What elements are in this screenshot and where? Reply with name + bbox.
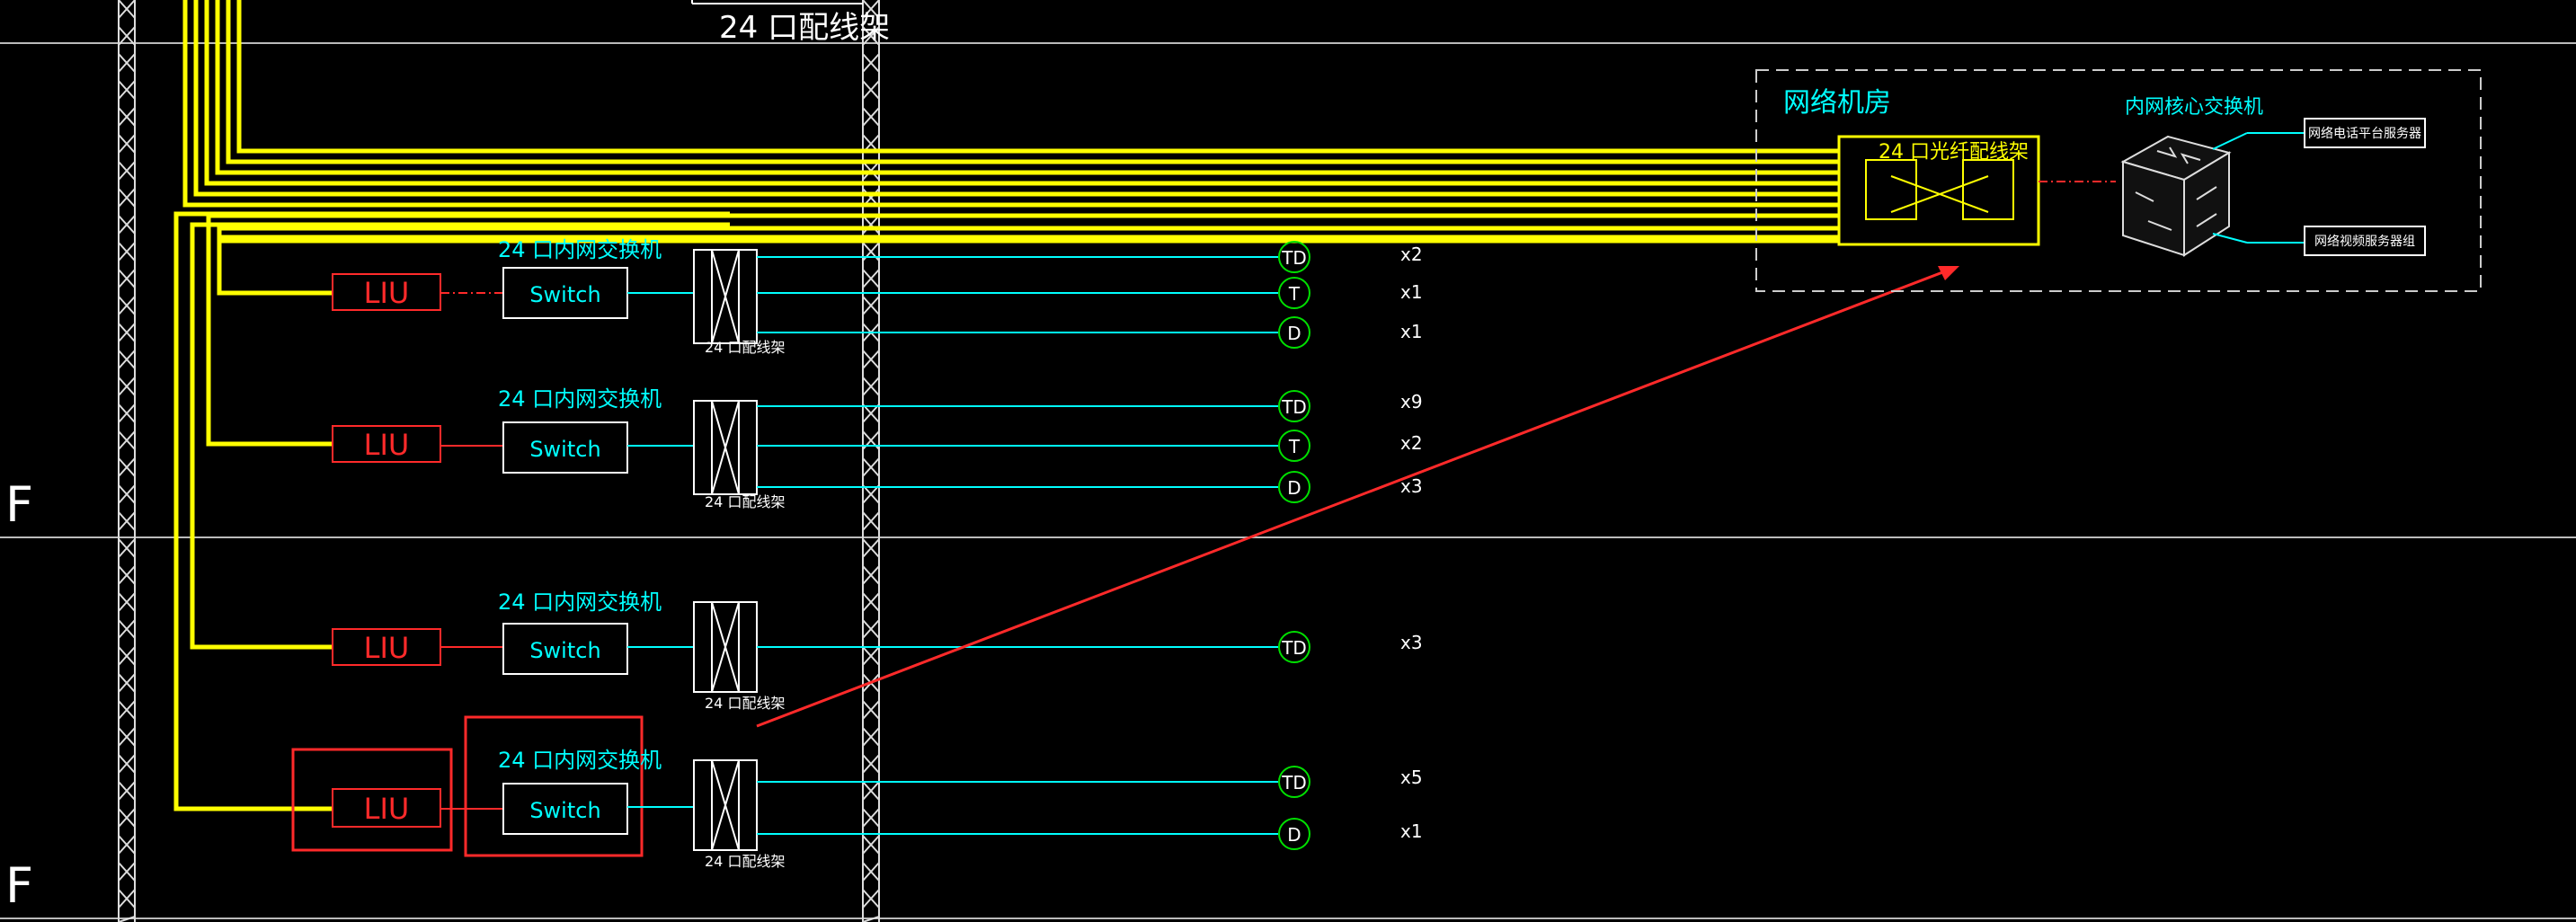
floor-label: F [5, 857, 33, 914]
annotation-arrow [756, 266, 1959, 728]
fiber-trunk-bundle [173, 0, 1839, 811]
switch-caption: 24 口内网交换机 [498, 386, 662, 412]
wall-column-left [118, 0, 136, 922]
outlet-count: x2 [1400, 244, 1423, 265]
outlet-count: x3 [1400, 632, 1423, 653]
switch-caption: 24 口内网交换机 [498, 590, 662, 615]
switch-label: Switch [529, 437, 600, 462]
outlet-label: T [1288, 436, 1301, 457]
patch-panel-icon[interactable] [693, 400, 758, 495]
switch-label: Switch [529, 638, 600, 663]
floor-row-4: LIU 24 口内网交换机 Switch 24 口配线架 TD D x5 x1 [291, 715, 1423, 870]
outlet-label: TD [1281, 637, 1307, 659]
outlet-count: x9 [1400, 391, 1423, 412]
outlet-count: x1 [1400, 281, 1423, 303]
patch-caption: 24 口配线架 [705, 493, 785, 510]
outlet-label: TD [1281, 772, 1307, 793]
outlet-count: x2 [1400, 432, 1423, 454]
wall-column-mid [862, 0, 880, 922]
floor-row-1: LIU 24 口内网交换机 Switch 24 口配线架 TD T D x2 x… [332, 237, 1423, 356]
outlet-label: T [1288, 283, 1301, 305]
liu-label: LIU [364, 276, 410, 310]
network-room-title: 网络机房 [1783, 87, 1891, 119]
patch-caption: 24 口配线架 [705, 339, 785, 356]
floor-label: F [5, 476, 33, 533]
patch-panel-icon[interactable] [693, 759, 758, 851]
server-label: 网络电话平台服务器 [2308, 127, 2421, 141]
outlet-label: D [1287, 477, 1301, 499]
liu-label: LIU [364, 792, 410, 826]
switch-caption: 24 口内网交换机 [498, 237, 662, 262]
outlet-label: D [1287, 824, 1301, 846]
outlet-label: TD [1281, 396, 1307, 418]
network-room: 网络机房 24 口光纤配线架 内网核心交换机 网络电话平台服务器 网络视频服务器… [1755, 69, 2482, 292]
outlet-count: x5 [1400, 767, 1423, 788]
switch-label: Switch [529, 282, 600, 307]
liu-label: LIU [364, 428, 410, 462]
patch-panel-icon[interactable] [693, 601, 758, 693]
patch-panel-icon[interactable] [693, 249, 758, 344]
outlet-count: x1 [1400, 820, 1423, 842]
switch-caption: 24 口内网交换机 [498, 748, 662, 773]
outlet-count: x1 [1400, 321, 1423, 342]
outlet-label: D [1287, 323, 1301, 344]
patch-caption: 24 口配线架 [705, 853, 785, 870]
top-patch-panel-label: 24 口配线架 [719, 10, 890, 46]
core-switch-icon[interactable] [2120, 135, 2232, 257]
switch-label: Switch [529, 798, 600, 823]
floor-row-3: LIU 24 口内网交换机 Switch 24 口配线架 TD x3 [332, 590, 1423, 712]
patch-caption: 24 口配线架 [705, 695, 785, 712]
liu-label: LIU [364, 631, 410, 665]
cad-network-diagram: 24 口配线架 F F LIU 24 口内网交换机 Switch 24 口配线架 [0, 0, 2576, 922]
core-switch-label: 内网核心交换机 [2125, 96, 2263, 119]
outlet-label: TD [1281, 247, 1307, 269]
server-label: 网络视频服务器组 [2314, 235, 2415, 249]
